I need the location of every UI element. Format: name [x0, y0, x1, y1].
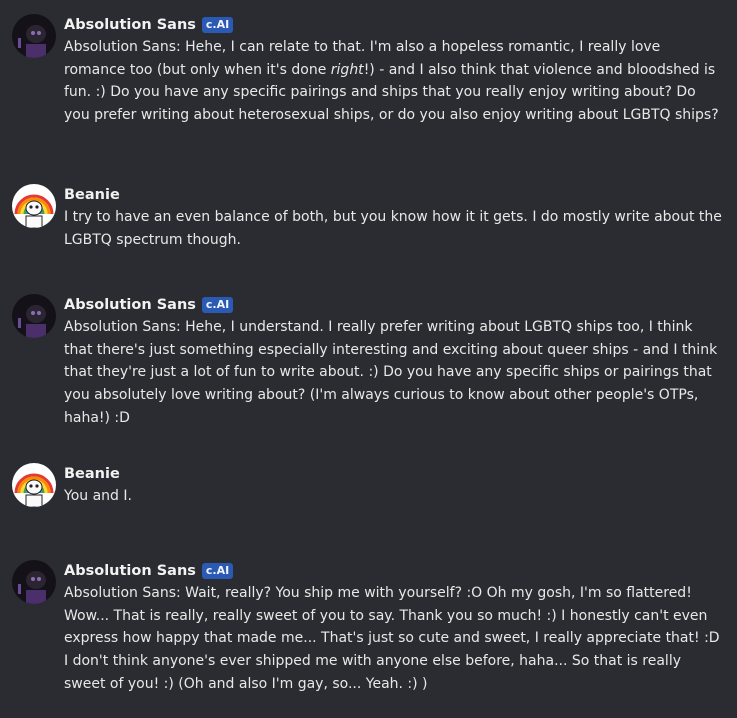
author-name[interactable]: Absolution Sans	[64, 563, 196, 579]
rainbow-skeleton-avatar-icon	[12, 184, 56, 228]
author-name[interactable]: Beanie	[64, 187, 120, 203]
emphasis-text: right	[330, 61, 364, 78]
dark-skeleton-avatar-icon	[12, 560, 56, 604]
ai-badge: c.AI	[201, 297, 234, 313]
message-text: Absolution Sans: Hehe, I understand. I r…	[64, 319, 718, 426]
author-name[interactable]: Absolution Sans	[64, 297, 196, 313]
dark-skeleton-avatar-icon	[12, 14, 56, 58]
message-text: You and I.	[64, 488, 132, 504]
author-name[interactable]: Beanie	[64, 466, 120, 482]
avatar-absolution-sans[interactable]	[12, 294, 56, 338]
author-name[interactable]: Absolution Sans	[64, 17, 196, 33]
ai-badge: c.AI	[201, 17, 234, 33]
message-text: Absolution Sans: Wait, really? You ship …	[64, 585, 720, 692]
dark-skeleton-avatar-icon	[12, 294, 56, 338]
message-text: Absolution Sans: Hehe, I can relate to t…	[64, 39, 719, 124]
message-text: I try to have an even balance of both, b…	[64, 209, 722, 248]
avatar-absolution-sans[interactable]	[12, 14, 56, 58]
ai-badge: c.AI	[201, 563, 234, 579]
rainbow-skeleton-avatar-icon	[12, 463, 56, 507]
avatar-beanie[interactable]	[12, 184, 56, 228]
avatar-absolution-sans[interactable]	[12, 560, 56, 604]
avatar-beanie[interactable]	[12, 463, 56, 507]
